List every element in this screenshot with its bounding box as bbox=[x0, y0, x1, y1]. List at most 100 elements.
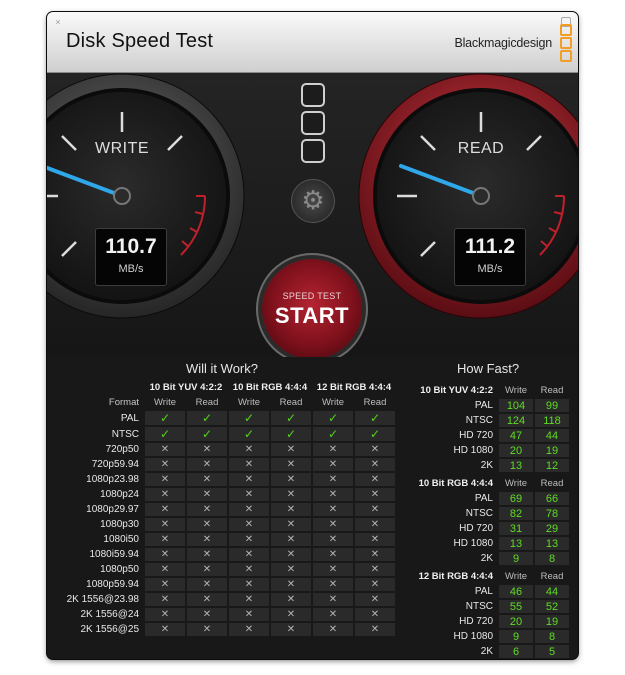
will-col-header: Write bbox=[154, 397, 176, 408]
table-row: 2K 6 5 bbox=[403, 645, 569, 658]
target-slot-3[interactable] bbox=[300, 139, 325, 163]
fast-group-header: 12 Bit RGB 4:4:4 bbox=[418, 571, 493, 582]
fast-write-header: Write bbox=[505, 385, 527, 396]
format-label: 2K 1556@24 bbox=[80, 609, 139, 620]
will-col-header: Read bbox=[195, 397, 219, 408]
fast-write-value: 9 bbox=[499, 552, 533, 565]
cross-icon: ✕ bbox=[229, 443, 269, 456]
fast-write-value: 124 bbox=[499, 414, 533, 427]
cross-icon: ✕ bbox=[229, 488, 269, 501]
cross-icon: ✕ bbox=[229, 533, 269, 546]
cross-icon: ✕ bbox=[313, 563, 353, 576]
table-row: NTSC 55 52 bbox=[403, 600, 569, 613]
gear-icon[interactable]: ⚙ bbox=[291, 179, 335, 223]
cross-icon: ✕ bbox=[313, 623, 353, 636]
format-label: 1080p29.97 bbox=[86, 504, 139, 515]
table-row: PAL 104 99 bbox=[403, 399, 569, 412]
fast-read-value: 8 bbox=[535, 552, 569, 565]
fast-read-header: Read bbox=[540, 478, 564, 489]
will-subheader-row: Format Write Read Write Read Write Read bbox=[53, 396, 395, 409]
checkmark-icon: ✓ bbox=[145, 427, 185, 441]
cross-icon: ✕ bbox=[271, 623, 311, 636]
will-col-header: Write bbox=[238, 397, 260, 408]
table-row: NTSC 124 118 bbox=[403, 414, 569, 427]
format-label: PAL bbox=[120, 412, 139, 424]
fast-read-value: 44 bbox=[535, 585, 569, 598]
fast-read-value: 78 bbox=[535, 507, 569, 520]
will-group-header: 10 Bit YUV 4:2:2 bbox=[149, 382, 223, 393]
fast-read-value: 118 bbox=[535, 414, 569, 427]
checkmark-icon: ✓ bbox=[187, 411, 227, 425]
write-speed-value: 110.7 bbox=[105, 235, 157, 258]
cross-icon: ✕ bbox=[187, 443, 227, 456]
cross-icon: ✕ bbox=[187, 593, 227, 606]
cross-icon: ✕ bbox=[145, 488, 185, 501]
close-icon[interactable]: × bbox=[54, 18, 62, 27]
table-row: 2K 9 8 bbox=[403, 552, 569, 565]
cross-icon: ✕ bbox=[355, 623, 395, 636]
table-row: 1080p29.97 ✕ ✕ ✕ ✕ ✕ ✕ bbox=[53, 503, 395, 516]
format-label: 2K 1556@25 bbox=[80, 624, 139, 635]
fast-read-header: Read bbox=[540, 571, 564, 582]
cross-icon: ✕ bbox=[187, 608, 227, 621]
start-button[interactable]: SPEED TEST START bbox=[262, 259, 362, 359]
table-row: 720p50 ✕ ✕ ✕ ✕ ✕ ✕ bbox=[53, 443, 395, 456]
fast-group-header-row: 10 Bit RGB 4:4:4 Write Read bbox=[403, 474, 569, 490]
cross-icon: ✕ bbox=[355, 488, 395, 501]
format-label: NTSC bbox=[111, 428, 139, 440]
fast-read-value: 5 bbox=[535, 645, 569, 658]
table-row: PAL 46 44 bbox=[403, 585, 569, 598]
cross-icon: ✕ bbox=[229, 578, 269, 591]
cross-icon: ✕ bbox=[355, 458, 395, 471]
cross-icon: ✕ bbox=[145, 443, 185, 456]
fast-read-value: 99 bbox=[535, 399, 569, 412]
spacer-cell bbox=[53, 381, 143, 394]
table-row: 1080i50 ✕ ✕ ✕ ✕ ✕ ✕ bbox=[53, 533, 395, 546]
cross-icon: ✕ bbox=[313, 608, 353, 621]
fast-read-value: 66 bbox=[535, 492, 569, 505]
will-it-work-table: 10 Bit YUV 4:2:2 10 Bit RGB 4:4:4 12 Bit R… bbox=[51, 379, 397, 638]
will-group-header: 12 Bit RGB 4:4:4 bbox=[316, 382, 392, 393]
table-row: HD 1080 20 19 bbox=[403, 444, 569, 457]
cross-icon: ✕ bbox=[145, 503, 185, 516]
cross-icon: ✕ bbox=[355, 578, 395, 591]
will-it-work-title: Will it Work? bbox=[186, 361, 258, 376]
cross-icon: ✕ bbox=[187, 623, 227, 636]
fast-write-value: 20 bbox=[499, 444, 533, 457]
target-slot-1[interactable] bbox=[300, 83, 325, 107]
cross-icon: ✕ bbox=[313, 473, 353, 486]
cross-icon: ✕ bbox=[187, 488, 227, 501]
fast-write-value: 104 bbox=[499, 399, 533, 412]
table-row: 2K 13 12 bbox=[403, 459, 569, 472]
start-button-caption: SPEED TEST bbox=[282, 291, 342, 301]
cross-icon: ✕ bbox=[355, 533, 395, 546]
title-bar: × Disk Speed Test Blackmagicdesign bbox=[47, 12, 578, 73]
format-label: 720p59.94 bbox=[91, 459, 139, 470]
cross-icon: ✕ bbox=[145, 593, 185, 606]
fast-format-label: HD 1080 bbox=[453, 631, 493, 642]
fast-format-label: NTSC bbox=[465, 415, 493, 426]
read-speed-value: 111.2 bbox=[464, 235, 516, 258]
fast-read-value: 8 bbox=[535, 630, 569, 643]
cross-icon: ✕ bbox=[145, 458, 185, 471]
checkmark-icon: ✓ bbox=[355, 411, 395, 425]
target-slot-2[interactable] bbox=[300, 111, 325, 135]
read-readout: 111.2 MB/s bbox=[454, 228, 526, 286]
table-row: NTSC 82 78 bbox=[403, 507, 569, 520]
fast-format-label: HD 720 bbox=[459, 616, 493, 627]
cross-icon: ✕ bbox=[313, 443, 353, 456]
cross-icon: ✕ bbox=[145, 518, 185, 531]
cross-icon: ✕ bbox=[229, 548, 269, 561]
fast-format-label: PAL bbox=[474, 400, 493, 411]
cross-icon: ✕ bbox=[271, 563, 311, 576]
fast-write-value: 13 bbox=[499, 537, 533, 550]
cross-icon: ✕ bbox=[355, 593, 395, 606]
format-label: 1080p23.98 bbox=[86, 474, 139, 485]
table-row: PAL ✓ ✓ ✓ ✓ ✓ ✓ bbox=[53, 411, 395, 425]
cross-icon: ✕ bbox=[187, 503, 227, 516]
cross-icon: ✕ bbox=[187, 473, 227, 486]
table-row: 2K 1556@25 ✕ ✕ ✕ ✕ ✕ ✕ bbox=[53, 623, 395, 636]
format-label: 1080p24 bbox=[100, 489, 139, 500]
cross-icon: ✕ bbox=[313, 578, 353, 591]
read-label: READ bbox=[457, 140, 505, 157]
